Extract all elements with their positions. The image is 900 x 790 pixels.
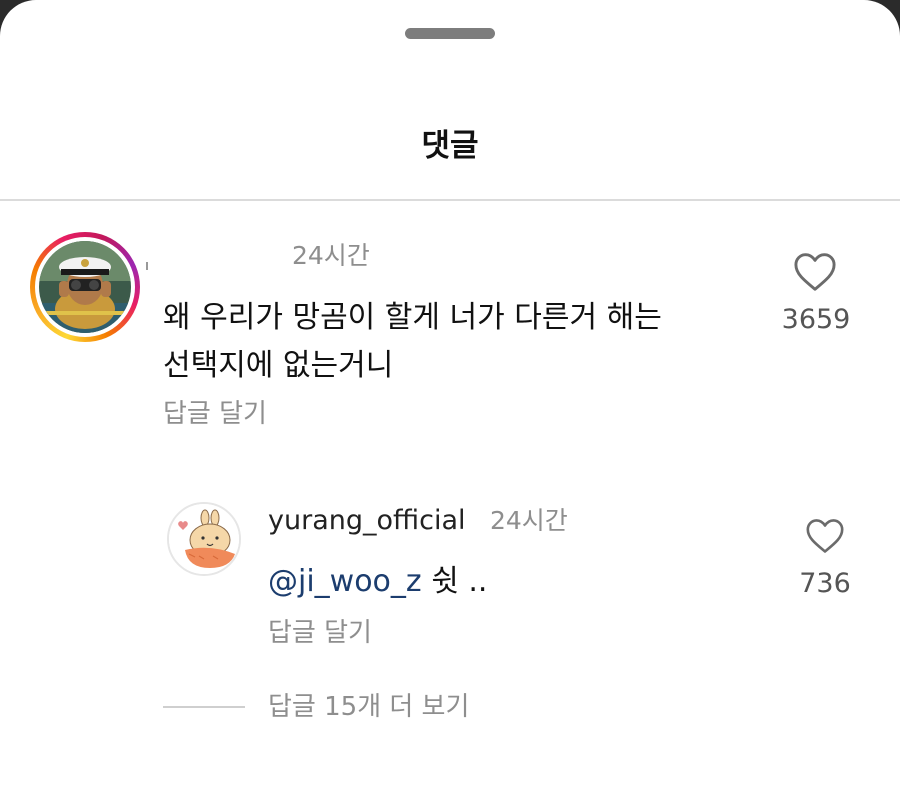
view-replies-line — [163, 706, 245, 708]
heart-icon[interactable] — [793, 252, 837, 292]
like-count: 3659 — [781, 304, 851, 335]
avatar[interactable] — [167, 502, 241, 576]
avatar — [39, 241, 131, 333]
view-more-replies-button[interactable]: 답글 15개 더 보기 — [268, 690, 469, 724]
avatar-story-ring[interactable] — [30, 232, 140, 342]
reply-button[interactable]: 답글 달기 — [268, 616, 372, 650]
header-divider — [0, 199, 900, 201]
reply-username[interactable]: yurang_official — [268, 503, 466, 539]
comment-text-line: 왜 우리가 망곰이 할게 너가 다른거 해는 — [163, 300, 662, 335]
reply-text: @ji_woo_z 쉿 .. — [268, 562, 487, 602]
reply-body: 쉿 .. — [421, 564, 488, 599]
comment-text-line: 선택지에 없는거니 — [163, 348, 394, 383]
sheet-drag-handle[interactable] — [405, 28, 495, 39]
comment-timestamp: 24시간 — [292, 241, 370, 270]
reply-timestamp: 24시간 — [490, 506, 568, 535]
comment-text: 왜 우리가 망곰이 할게 너가 다른거 해는 선택지에 없는거니 — [163, 294, 723, 390]
mention-link[interactable]: @ji_woo_z — [268, 564, 422, 599]
reply-button[interactable]: 답글 달기 — [163, 397, 267, 431]
page-title: 댓글 — [421, 128, 479, 164]
heart-icon[interactable] — [805, 518, 845, 554]
comments-sheet: 댓글 24시간 왜 우리가 망곰이 할게 너가 다른거 해는 선택지에 없는거니… — [0, 0, 900, 790]
like-count: 736 — [799, 568, 851, 599]
